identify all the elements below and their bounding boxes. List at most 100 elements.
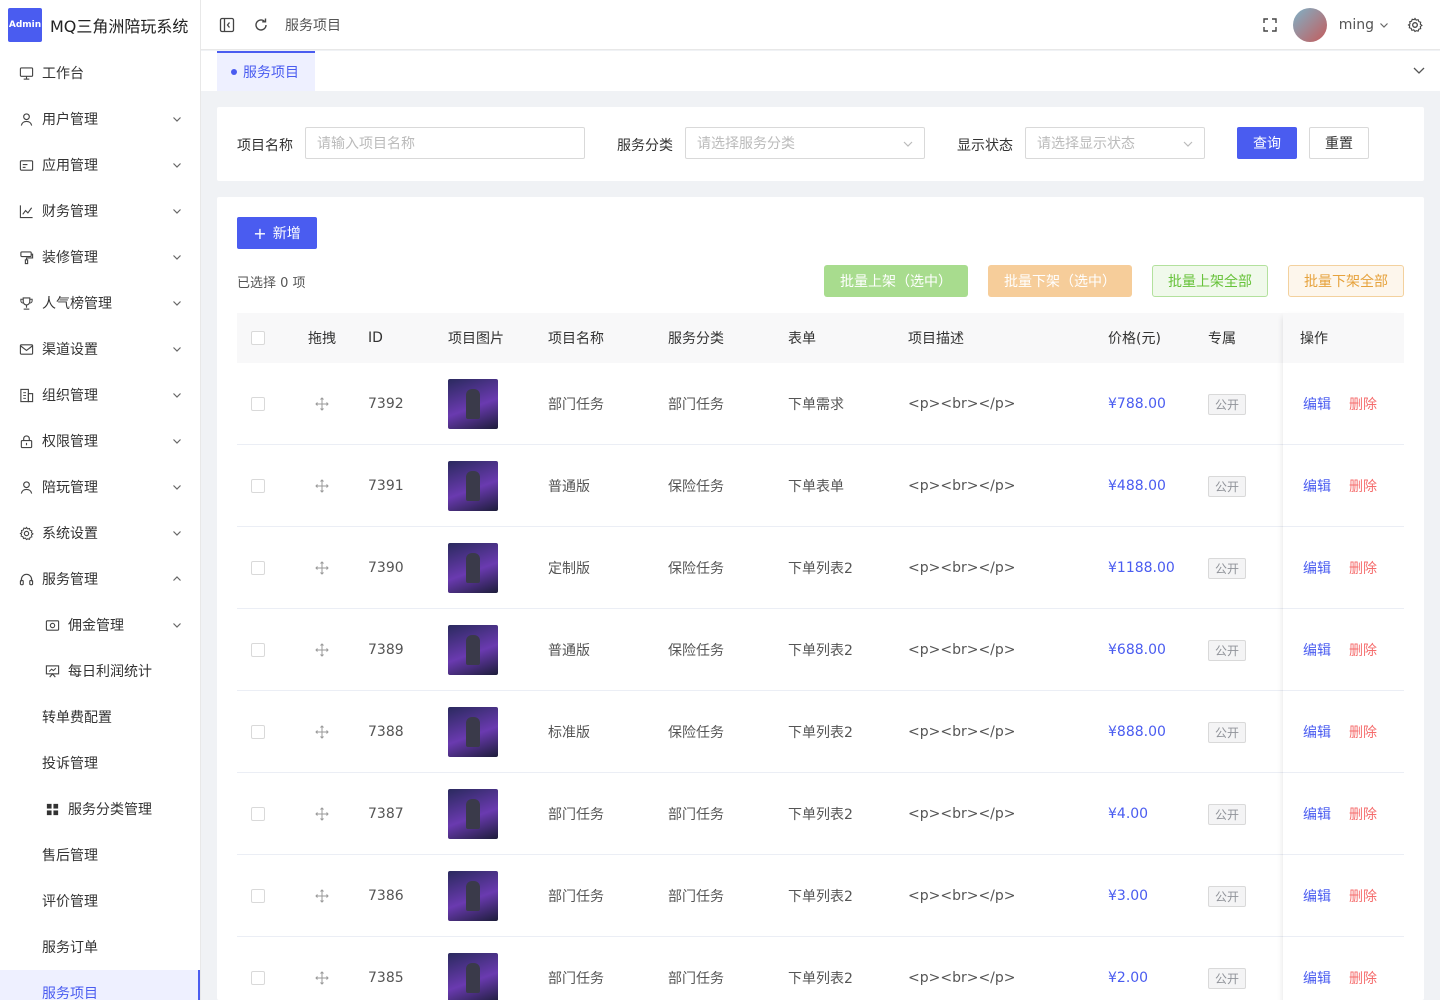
batch-list-selected-button[interactable]: 批量上架（选中）	[824, 265, 968, 297]
edit-link[interactable]: 编辑	[1303, 558, 1331, 578]
sidebar-item[interactable]: 评价管理	[0, 878, 200, 924]
sidebar-item[interactable]: 佣金管理	[0, 602, 200, 648]
delete-link[interactable]: 删除	[1349, 394, 1377, 414]
delete-link[interactable]: 删除	[1349, 722, 1377, 742]
collapse-sidebar-icon[interactable]	[218, 16, 236, 34]
cell-image[interactable]	[448, 937, 498, 1000]
sidebar-item[interactable]: 人气榜管理	[0, 280, 200, 326]
add-button[interactable]: + 新增	[237, 217, 317, 249]
sidebar-item-label: 投诉管理	[42, 756, 98, 772]
settings-gear-icon[interactable]	[1406, 16, 1424, 34]
delete-link[interactable]: 删除	[1349, 968, 1377, 988]
sidebar-item[interactable]: 服务管理	[0, 556, 200, 602]
sidebar-item[interactable]: 权限管理	[0, 418, 200, 464]
delete-link[interactable]: 删除	[1349, 886, 1377, 906]
sidebar-item-label: 佣金管理	[68, 618, 124, 634]
sidebar-item[interactable]: 服务分类管理	[0, 786, 200, 832]
drag-handle-icon[interactable]	[315, 855, 329, 937]
drag-handle-icon[interactable]	[315, 609, 329, 691]
row-checkbox[interactable]	[251, 855, 265, 937]
edit-link[interactable]: 编辑	[1303, 640, 1331, 660]
fullscreen-icon[interactable]	[1261, 16, 1279, 34]
row-checkbox[interactable]	[251, 937, 265, 1000]
grid-icon	[44, 801, 60, 817]
row-checkbox[interactable]	[251, 691, 265, 773]
sidebar-item[interactable]: 转单费配置	[0, 694, 200, 740]
refresh-icon[interactable]	[252, 16, 270, 34]
edit-link[interactable]: 编辑	[1303, 476, 1331, 496]
drag-handle-icon[interactable]	[315, 363, 329, 445]
drag-handle-icon[interactable]	[315, 445, 329, 527]
edit-link[interactable]: 编辑	[1303, 968, 1331, 988]
selected-count: 已选择 0 项	[237, 276, 306, 291]
delete-link[interactable]: 删除	[1349, 804, 1377, 824]
cell-image[interactable]	[448, 773, 498, 855]
sidebar-item[interactable]: 财务管理	[0, 188, 200, 234]
drag-handle-icon[interactable]	[315, 691, 329, 773]
edit-link[interactable]: 编辑	[1303, 722, 1331, 742]
name-filter-input[interactable]: 请输入项目名称	[305, 127, 585, 159]
table-row: 7385 部门任务 部门任务 下单列表2 <p><br></p> ¥2.00 公开 编辑 删除	[237, 937, 1404, 1000]
tab-label: 服务项目	[243, 65, 299, 81]
row-checkbox[interactable]	[251, 773, 265, 855]
batch-delist-selected-button[interactable]: 批量下架（选中）	[988, 265, 1132, 297]
delete-link[interactable]: 删除	[1349, 558, 1377, 578]
delete-link[interactable]: 删除	[1349, 640, 1377, 660]
cell-image[interactable]	[448, 609, 498, 691]
item-thumbnail[interactable]	[448, 543, 498, 593]
cell-image[interactable]	[448, 527, 498, 609]
sidebar-item[interactable]: 渠道设置	[0, 326, 200, 372]
reset-button[interactable]: 重置	[1309, 127, 1369, 159]
cell-image[interactable]	[448, 855, 498, 937]
sidebar-item[interactable]: 用户管理	[0, 96, 200, 142]
cell-image[interactable]	[448, 691, 498, 773]
query-button[interactable]: 查询	[1237, 127, 1297, 159]
cell-image[interactable]	[448, 445, 498, 527]
exclusive-tag: 公开	[1208, 967, 1247, 989]
edit-link[interactable]: 编辑	[1303, 394, 1331, 414]
tab-service-items[interactable]: 服务项目	[217, 51, 315, 91]
sidebar-item[interactable]: 装修管理	[0, 234, 200, 280]
sidebar-item[interactable]: 工作台	[0, 50, 200, 96]
item-thumbnail[interactable]	[448, 461, 498, 511]
batch-delist-all-button[interactable]: 批量下架全部	[1288, 265, 1404, 297]
app-icon	[18, 157, 34, 173]
sidebar-item[interactable]: 每日利润统计	[0, 648, 200, 694]
item-thumbnail[interactable]	[448, 707, 498, 757]
sidebar-item[interactable]: 系统设置	[0, 510, 200, 556]
status-filter-select[interactable]: 请选择显示状态	[1025, 127, 1205, 159]
select-all-checkbox[interactable]	[251, 313, 265, 363]
cell-image[interactable]	[448, 363, 498, 445]
drag-handle-icon[interactable]	[315, 773, 329, 855]
edit-link[interactable]: 编辑	[1303, 886, 1331, 906]
category-filter-select[interactable]: 请选择服务分类	[685, 127, 925, 159]
sidebar-item[interactable]: 服务项目	[0, 970, 200, 1000]
avatar[interactable]	[1292, 7, 1327, 42]
delete-link[interactable]: 删除	[1349, 476, 1377, 496]
drag-handle-icon[interactable]	[315, 937, 329, 1000]
edit-link[interactable]: 编辑	[1303, 804, 1331, 824]
item-thumbnail[interactable]	[448, 871, 498, 921]
username[interactable]: ming	[1339, 17, 1374, 33]
sidebar-item[interactable]: 服务订单	[0, 924, 200, 970]
row-checkbox[interactable]	[251, 363, 265, 445]
service-items-table: 拖拽 ID 项目图片 项目名称 服务分类 表单 项目描述 价格(元) 专属 操作…	[237, 313, 1404, 1000]
row-checkbox[interactable]	[251, 527, 265, 609]
sidebar-item[interactable]: 陪玩管理	[0, 464, 200, 510]
chevron-down-icon[interactable]	[1378, 16, 1390, 34]
row-checkbox[interactable]	[251, 609, 265, 691]
sidebar-item[interactable]: 投诉管理	[0, 740, 200, 786]
sidebar-item[interactable]: 售后管理	[0, 832, 200, 878]
cell-form: 下单列表2	[788, 971, 853, 987]
tabs-dropdown-chevron-icon[interactable]	[1412, 63, 1426, 81]
sidebar-item[interactable]: 组织管理	[0, 372, 200, 418]
item-thumbnail[interactable]	[448, 379, 498, 429]
item-thumbnail[interactable]	[448, 625, 498, 675]
item-thumbnail[interactable]	[448, 789, 498, 839]
item-thumbnail[interactable]	[448, 953, 498, 1000]
drag-handle-icon[interactable]	[315, 527, 329, 609]
table-row: 7387 部门任务 部门任务 下单列表2 <p><br></p> ¥4.00 公开 编辑 删除	[237, 773, 1404, 855]
sidebar-item[interactable]: 应用管理	[0, 142, 200, 188]
batch-list-all-button[interactable]: 批量上架全部	[1152, 265, 1268, 297]
row-checkbox[interactable]	[251, 445, 265, 527]
